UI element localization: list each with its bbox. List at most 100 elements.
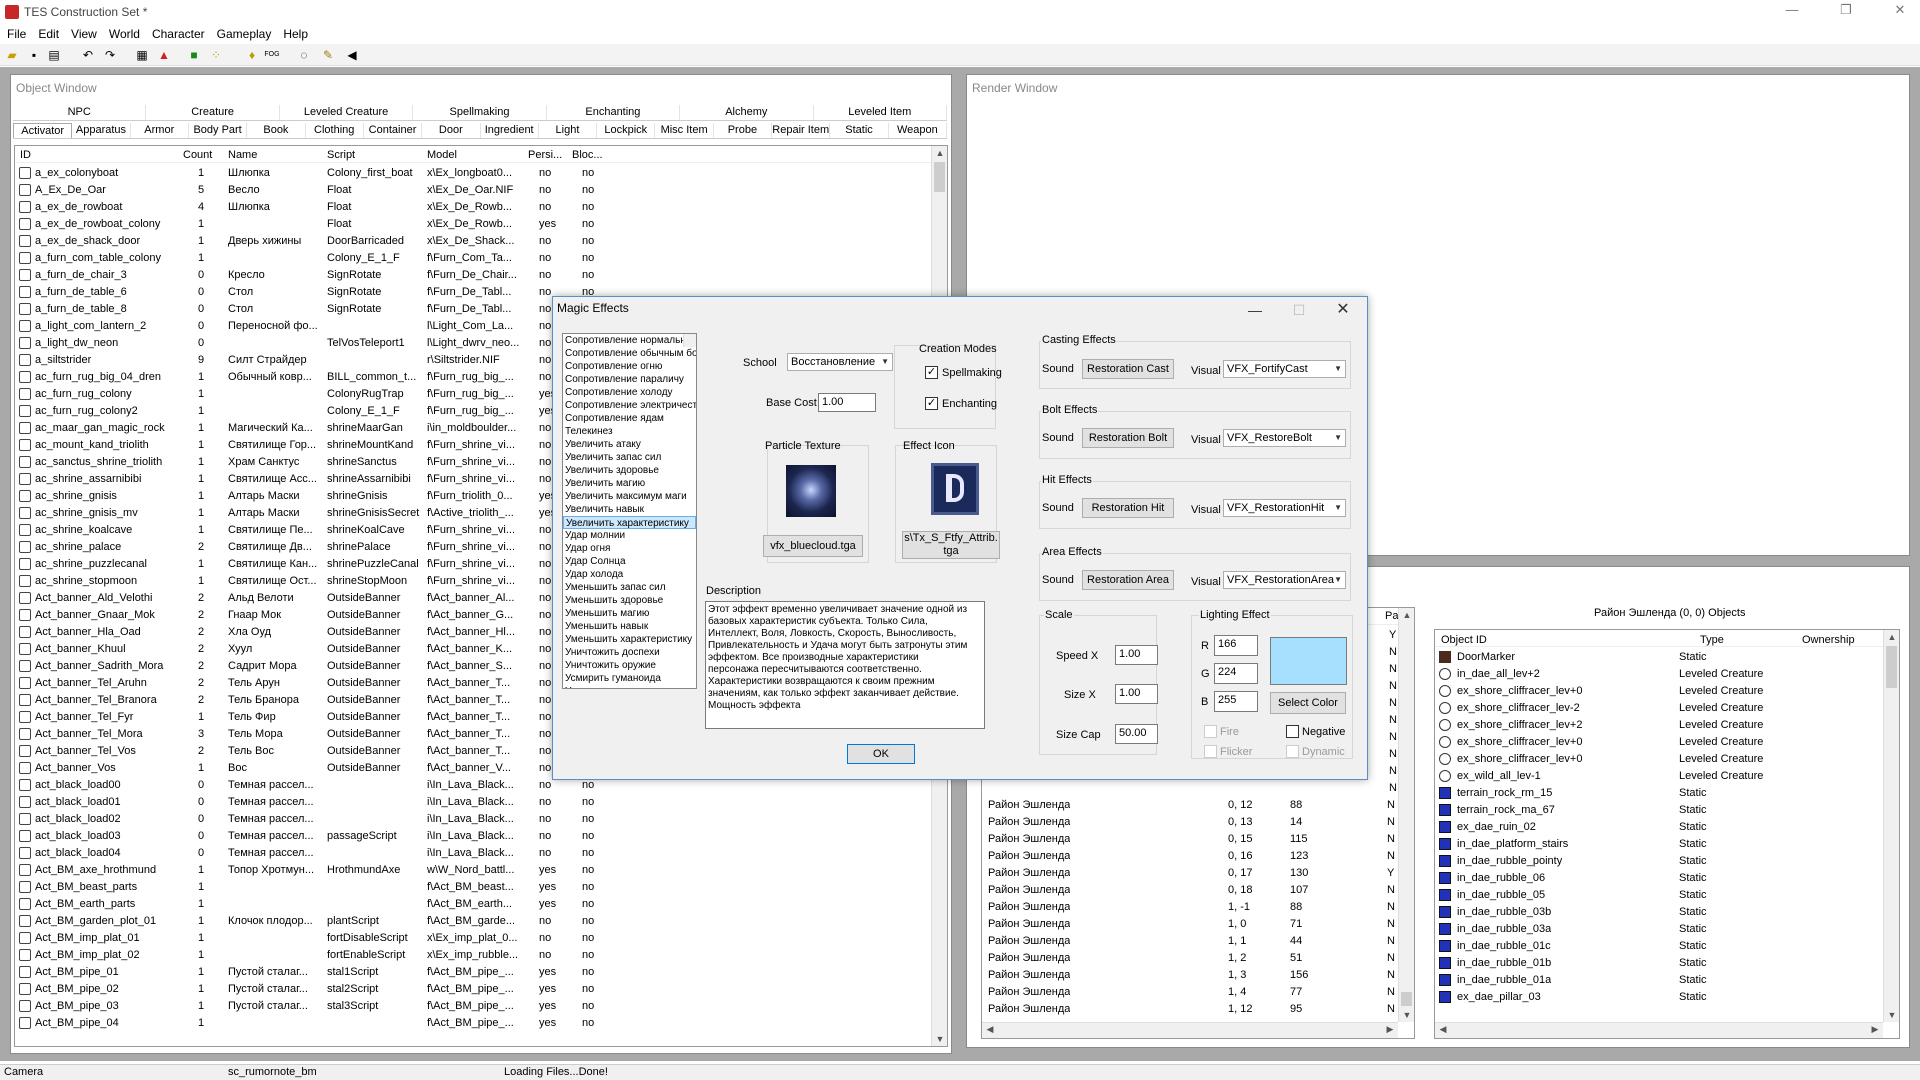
table-row[interactable]: a_furn_com_table_colony 1 Colony_E_1_F f\Fu… (15, 251, 931, 265)
cell-objects-scrollbar[interactable]: ▲ ▼ (1883, 630, 1899, 1022)
scroll-down-arrow-icon[interactable]: ▼ (1399, 1010, 1414, 1020)
grid-icon[interactable]: ▦ (134, 47, 150, 63)
red-field[interactable]: 166 (1214, 635, 1258, 656)
table-row[interactable]: in_dae_platform_stairs Static (1435, 837, 1883, 851)
ok-button[interactable]: OK (847, 744, 915, 764)
table-row[interactable]: ex_wild_all_lev-1 Leveled Creature (1435, 769, 1883, 783)
description-field[interactable]: Этот эффект временно увеличивает значени… (705, 601, 985, 729)
table-row[interactable]: a_ex_de_rowboat 4 Шлюпка Float x\Ex_De_Rowb.… (15, 200, 931, 214)
minimize-button[interactable]: — (1772, 2, 1812, 22)
cell-list-scrollbar[interactable]: ▲ ▼ (1398, 608, 1414, 1022)
effect-list-item[interactable]: Увеличить запас сил (563, 451, 696, 464)
tab-npc[interactable]: NPC (13, 105, 147, 120)
table-row[interactable]: act_black_load00 0 Темная рассел... i\In_La… (15, 778, 931, 792)
col-name[interactable]: Name (228, 149, 257, 161)
scroll-down-arrow-icon[interactable]: ▼ (932, 1034, 947, 1044)
col-object-id[interactable]: Object ID (1441, 634, 1487, 646)
col-persistent[interactable]: Persi... (528, 149, 562, 161)
table-row[interactable]: DoorMarker Static (1435, 650, 1883, 664)
table-row[interactable]: A_Ex_De_Oar 5 Весло Float x\Ex_De_Oar.NIF no n… (15, 183, 931, 197)
table-row[interactable]: Act_BM_pipe_01 1 Пустой сталаг... stal1Scri… (15, 965, 931, 979)
menu-edit[interactable]: Edit (33, 26, 64, 42)
table-row[interactable]: Район Эшленда 1, 12 95 N (982, 1002, 1398, 1016)
col-blocked[interactable]: Bloc... (572, 149, 603, 161)
base-cost-field[interactable]: 1.00 (818, 393, 876, 412)
table-row[interactable]: ex_dae_pillar_03 Static (1435, 990, 1883, 1004)
tab-ingredient[interactable]: Ingredient (481, 123, 539, 138)
flicker-checkbox[interactable] (1204, 745, 1217, 758)
tab-light[interactable]: Light (539, 123, 598, 138)
tab-lockpick[interactable]: Lockpick (597, 123, 656, 138)
cell-list-hscrollbar[interactable]: ◀ ▶ (982, 1022, 1398, 1038)
table-row[interactable]: ex_shore_cliffracer_lev+0 Leveled Creatur… (1435, 752, 1883, 766)
marker-icon[interactable]: ▲ (156, 47, 172, 63)
table-row[interactable]: Act_BM_pipe_03 1 Пустой сталаг... stal3Scri… (15, 999, 931, 1013)
hit-visual-select[interactable]: VFX_RestorationHit ▼ (1223, 499, 1346, 517)
scroll-up-arrow-icon[interactable]: ▲ (1399, 610, 1414, 620)
tab-clothing[interactable]: Clothing (306, 123, 364, 138)
table-row[interactable]: Район Эшленда 0, 15 115 N (982, 832, 1398, 846)
tab-container[interactable]: Container (364, 123, 423, 138)
tab-probe[interactable]: Probe (714, 123, 773, 138)
cell-objects-list[interactable]: Object ID Type Ownership DoorMarker Stati… (1434, 629, 1900, 1039)
effect-list-item[interactable]: Удар огня (563, 542, 696, 555)
col-ownership[interactable]: Ownership (1802, 634, 1855, 646)
table-row[interactable]: ex_shore_cliffracer_lev+0 Leveled Creatur… (1435, 735, 1883, 749)
undo-icon[interactable]: ↶ (80, 47, 96, 63)
effect-list-item[interactable]: Уничтожить оружие (563, 659, 696, 672)
table-row[interactable]: ex_dae_ruin_02 Static (1435, 820, 1883, 834)
tab-creature[interactable]: Creature (146, 105, 280, 120)
menu-file[interactable]: File (2, 26, 31, 42)
table-row[interactable]: Район Эшленда 1, 1 44 N (982, 934, 1398, 948)
close-button[interactable]: ✕ (1880, 2, 1920, 22)
table-row[interactable]: a_ex_de_shack_door 1 Дверь хижины DoorBarri… (15, 234, 931, 248)
lasso-icon[interactable]: ◌ (296, 47, 312, 63)
tab-apparatus[interactable]: Apparatus (72, 123, 131, 138)
table-row[interactable]: Act_BM_pipe_02 1 Пустой сталаг... stal2Scri… (15, 982, 931, 996)
table-row[interactable]: in_dae_rubble_05 Static (1435, 888, 1883, 902)
scroll-right-arrow-icon[interactable]: ▶ (1382, 1024, 1398, 1035)
dialog-close-icon[interactable]: ✕ (1321, 297, 1365, 323)
tab-door[interactable]: Door (422, 123, 481, 138)
effect-list-item[interactable]: Уменьшить магию (563, 607, 696, 620)
save-icon[interactable]: ▪ (26, 47, 42, 63)
school-select[interactable]: Восстановление ▼ (787, 353, 893, 371)
effect-list-item[interactable]: Сопротивление нормальному (563, 334, 696, 347)
table-row[interactable]: act_black_load01 0 Темная рассел... i\In_La… (15, 795, 931, 809)
scroll-left-arrow-icon[interactable]: ◀ (982, 1024, 998, 1035)
blue-field[interactable]: 255 (1214, 691, 1258, 712)
table-row[interactable]: terrain_rock_ma_67 Static (1435, 803, 1883, 817)
effect-list-item[interactable]: Увеличить характеристику (563, 516, 696, 529)
table-row[interactable]: Район Эшленда 1, 3 156 N (982, 968, 1398, 982)
particle-texture-button[interactable]: vfx_bluecloud.tga (763, 535, 863, 557)
effect-list-item[interactable]: Удар холода (563, 568, 696, 581)
maximize-button[interactable]: ❐ (1826, 2, 1866, 22)
effect-list-item[interactable]: Сопротивление обычным бо (563, 347, 696, 360)
table-row[interactable]: Район Эшленда 1, 2 51 N (982, 951, 1398, 965)
table-row[interactable]: ex_shore_cliffracer_lev+0 Leveled Creatur… (1435, 684, 1883, 698)
snap-icon[interactable]: ⁘ (208, 47, 224, 63)
tab-repair-item[interactable]: Repair Item (772, 123, 831, 138)
spellmaking-checkbox[interactable]: ✓ (925, 366, 938, 379)
redo-icon[interactable]: ↷ (102, 47, 118, 63)
effect-list-item[interactable]: Удар молнии (563, 529, 696, 542)
menu-world[interactable]: World (104, 26, 145, 42)
table-row[interactable]: Район Эшленда 0, 16 123 N (982, 849, 1398, 863)
effect-list-item[interactable]: Увеличить максимум маги (563, 490, 696, 503)
cell-objects-hscrollbar[interactable]: ◀ ▶ (1435, 1022, 1883, 1038)
table-row[interactable]: Район Эшленда 0, 13 14 N (982, 815, 1398, 829)
scroll-left-arrow-icon[interactable]: ◀ (1435, 1024, 1451, 1035)
col-script[interactable]: Script (327, 149, 355, 161)
open-icon[interactable]: ▰ (4, 47, 20, 63)
scroll-down-arrow-icon[interactable]: ▼ (1884, 1010, 1899, 1020)
table-row[interactable]: a_ex_de_rowboat_colony 1 Float x\Ex_De_Rowb… (15, 217, 931, 231)
table-row[interactable]: in_dae_rubble_01c Static (1435, 939, 1883, 953)
menu-help[interactable]: Help (278, 26, 313, 42)
casting-sound-button[interactable]: Restoration Cast (1082, 359, 1174, 379)
table-row[interactable]: Район Эшленда 1, 4 77 N (982, 985, 1398, 999)
area-sound-button[interactable]: Restoration Area (1082, 570, 1174, 590)
tab-activator[interactable]: Activator (13, 123, 73, 138)
speed-x-field[interactable]: 1.00 (1115, 645, 1158, 665)
tab-alchemy[interactable]: Alchemy (680, 105, 814, 120)
table-row[interactable]: Act_BM_earth_parts 1 f\Act_BM_earth... yes n… (15, 897, 931, 911)
